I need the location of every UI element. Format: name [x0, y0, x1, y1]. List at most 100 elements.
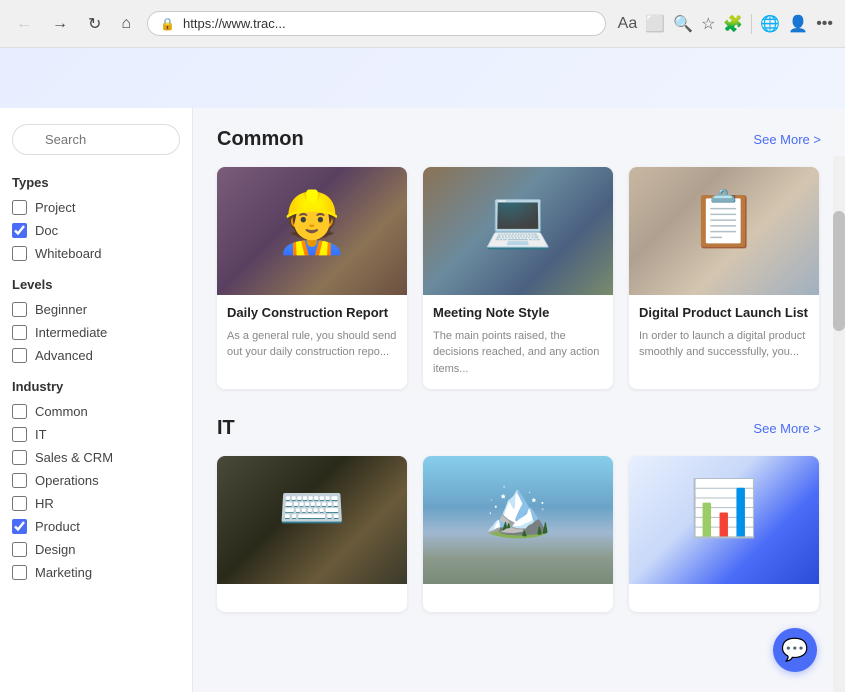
card-meeting-note[interactable]: Meeting Note Style The main points raise… [423, 167, 613, 389]
filter-sales-crm[interactable]: Sales & CRM [12, 450, 180, 465]
card-desc-digital: In order to launch a digital product smo… [639, 328, 809, 361]
label-common: Common [35, 404, 88, 419]
card-image-meeting [423, 167, 613, 295]
label-marketing: Marketing [35, 565, 92, 580]
filter-operations[interactable]: Operations [12, 473, 180, 488]
label-hr: HR [35, 496, 54, 511]
checkbox-common[interactable] [12, 404, 27, 419]
reader-icon[interactable]: Aa [618, 15, 638, 33]
card-image-keyboard [217, 456, 407, 584]
label-doc: Doc [35, 223, 58, 238]
card-daily-construction[interactable]: Daily Construction Report As a general r… [217, 167, 407, 389]
card-it-dashboard[interactable] [629, 456, 819, 612]
see-more-common[interactable]: See More > [753, 132, 821, 147]
section-common: Common See More > Daily Construction Rep… [217, 128, 821, 389]
checkbox-product[interactable] [12, 519, 27, 534]
browser-actions: Aa ⬜ 🔍 ☆ 🧩 🌐 👤 ••• [618, 14, 833, 34]
scrollbar-track[interactable] [833, 156, 845, 692]
card-body-digital: Digital Product Launch List In order to … [629, 295, 819, 373]
levels-section: Levels Beginner Intermediate Advanced [12, 277, 180, 363]
filter-common[interactable]: Common [12, 404, 180, 419]
filter-design[interactable]: Design [12, 542, 180, 557]
card-it-mountain[interactable] [423, 456, 613, 612]
label-intermediate: Intermediate [35, 325, 107, 340]
checkbox-intermediate[interactable] [12, 325, 27, 340]
filter-product[interactable]: Product [12, 519, 180, 534]
filter-intermediate[interactable]: Intermediate [12, 325, 180, 340]
profile-icon[interactable]: 👤 [788, 14, 808, 34]
zoom-icon[interactable]: 🔍 [673, 14, 693, 34]
back-button[interactable]: ← [12, 11, 36, 37]
filter-doc[interactable]: Doc [12, 223, 180, 238]
filter-it[interactable]: IT [12, 427, 180, 442]
label-it: IT [35, 427, 47, 442]
label-advanced: Advanced [35, 348, 93, 363]
checkbox-advanced[interactable] [12, 348, 27, 363]
checkbox-sales-crm[interactable] [12, 450, 27, 465]
card-body-construction: Daily Construction Report As a general r… [217, 295, 407, 373]
checkbox-project[interactable] [12, 200, 27, 215]
checkbox-marketing[interactable] [12, 565, 27, 580]
label-beginner: Beginner [35, 302, 87, 317]
card-body-it-3 [629, 584, 819, 612]
tab-icon[interactable]: ⬜ [645, 14, 665, 34]
filter-whiteboard[interactable]: Whiteboard [12, 246, 180, 261]
card-digital-product[interactable]: Digital Product Launch List In order to … [629, 167, 819, 389]
section-it-header: IT See More > [217, 417, 821, 440]
checkbox-it[interactable] [12, 427, 27, 442]
checkbox-operations[interactable] [12, 473, 27, 488]
home-button[interactable]: ⌂ [117, 11, 135, 37]
section-it-title: IT [217, 417, 235, 440]
it-cards-grid [217, 456, 821, 612]
top-banner [0, 48, 845, 108]
main-container: 🔍 Types Project Doc Whiteboard Levels [0, 108, 845, 692]
common-cards-grid: Daily Construction Report As a general r… [217, 167, 821, 389]
content-area: Common See More > Daily Construction Rep… [193, 108, 845, 692]
card-title-meeting: Meeting Note Style [433, 305, 603, 322]
filter-marketing[interactable]: Marketing [12, 565, 180, 580]
checkbox-design[interactable] [12, 542, 27, 557]
card-image-dashboard [629, 456, 819, 584]
card-image-digital [629, 167, 819, 295]
filter-hr[interactable]: HR [12, 496, 180, 511]
address-bar[interactable]: 🔒 https://www.trac... [147, 11, 606, 36]
sidebar: 🔍 Types Project Doc Whiteboard Levels [0, 108, 193, 692]
forward-button[interactable]: → [48, 11, 72, 37]
label-operations: Operations [35, 473, 99, 488]
see-more-it[interactable]: See More > [753, 421, 821, 436]
card-desc-construction: As a general rule, you should send out y… [227, 328, 397, 361]
refresh-button[interactable]: ↻ [84, 10, 105, 38]
label-sales-crm: Sales & CRM [35, 450, 113, 465]
star-icon[interactable]: ☆ [701, 14, 715, 34]
card-it-keyboard[interactable] [217, 456, 407, 612]
edge-icon[interactable]: 🌐 [760, 14, 780, 34]
filter-advanced[interactable]: Advanced [12, 348, 180, 363]
browser-chrome: ← → ↻ ⌂ 🔒 https://www.trac... Aa ⬜ 🔍 ☆ 🧩… [0, 0, 845, 48]
card-body-it-1 [217, 584, 407, 612]
label-design: Design [35, 542, 75, 557]
label-project: Project [35, 200, 75, 215]
chat-button[interactable]: 💬 [773, 628, 817, 672]
types-label: Types [12, 175, 180, 190]
card-body-meeting: Meeting Note Style The main points raise… [423, 295, 613, 389]
levels-label: Levels [12, 277, 180, 292]
extension-icon[interactable]: 🧩 [723, 14, 743, 34]
checkbox-whiteboard[interactable] [12, 246, 27, 261]
filter-project[interactable]: Project [12, 200, 180, 215]
section-it: IT See More > [217, 417, 821, 612]
label-whiteboard: Whiteboard [35, 246, 101, 261]
scrollbar-thumb[interactable] [833, 211, 845, 331]
checkbox-beginner[interactable] [12, 302, 27, 317]
checkbox-hr[interactable] [12, 496, 27, 511]
search-input[interactable] [12, 124, 180, 155]
card-image-mountain [423, 456, 613, 584]
divider [751, 14, 752, 34]
card-image-construction [217, 167, 407, 295]
card-desc-meeting: The main points raised, the decisions re… [433, 328, 603, 378]
label-product: Product [35, 519, 80, 534]
menu-icon[interactable]: ••• [816, 15, 833, 33]
checkbox-doc[interactable] [12, 223, 27, 238]
types-section: Types Project Doc Whiteboard [12, 175, 180, 261]
filter-beginner[interactable]: Beginner [12, 302, 180, 317]
search-wrap: 🔍 [12, 124, 180, 155]
